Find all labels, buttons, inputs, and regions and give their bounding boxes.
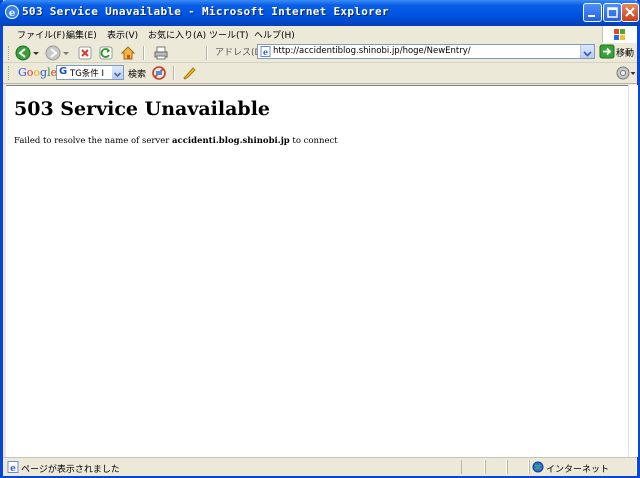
svg-text:e: e [10, 464, 16, 473]
toolbar-grip[interactable] [8, 46, 12, 60]
svg-text:e: e [9, 8, 15, 19]
back-arrow-icon[interactable] [15, 45, 31, 61]
popup-blocker-icon[interactable] [151, 65, 167, 81]
minimize-icon [588, 15, 595, 17]
refresh-icon[interactable] [98, 45, 114, 61]
forward-dropdown-icon[interactable] [62, 45, 70, 61]
toolbar-grip[interactable] [8, 66, 12, 80]
standard-toolbar: アドレス(D) e http://accidentiblog.shinobi.j… [3, 43, 637, 63]
internet-globe-icon [532, 461, 544, 473]
google-toolbar: Google G TG条件 I 検索 [3, 63, 637, 84]
page-icon: e [260, 46, 271, 57]
google-g-icon: G [59, 66, 68, 77]
toolbar-separator [173, 66, 175, 80]
forward-arrow-icon[interactable] [45, 45, 61, 61]
address-dropdown-button[interactable] [580, 45, 594, 58]
google-search-value: TG条件 I [70, 69, 104, 79]
chevron-down-icon [583, 51, 592, 57]
status-cell [485, 460, 507, 474]
back-dropdown-icon[interactable] [32, 45, 40, 61]
menu-view[interactable]: 表示(V) [107, 28, 138, 41]
page-title: 503 Service Unavailable [14, 98, 271, 120]
address-url: http://accidentiblog.shinobi.jp/hoge/New… [273, 46, 471, 56]
go-arrow-icon[interactable] [599, 44, 615, 59]
security-zone-label: インターネット [546, 465, 610, 475]
status-cell [507, 460, 529, 474]
page-content[interactable]: 503 Service Unavailable Failed to resolv… [6, 85, 628, 458]
menu-favorites[interactable]: お気に入り(A) [148, 28, 206, 41]
maximize-button[interactable] [603, 3, 622, 22]
menu-help[interactable]: ヘルプ(H) [254, 28, 295, 41]
ie-page-icon: e [7, 461, 19, 473]
go-button-label[interactable]: 移動 [616, 46, 634, 59]
toolbar-separator [206, 46, 208, 60]
svg-text:e: e [263, 47, 268, 57]
close-icon [625, 7, 635, 17]
status-bar: e ページが表示されました インターネット [3, 457, 637, 476]
status-cell [461, 460, 485, 474]
address-input[interactable]: e http://accidentiblog.shinobi.jp/hoge/N… [257, 44, 595, 59]
highlighter-icon[interactable] [181, 65, 197, 81]
google-search-dropdown[interactable] [112, 66, 123, 79]
stop-icon[interactable] [77, 45, 93, 61]
maximize-icon [607, 7, 618, 18]
windows-flag-logo [602, 26, 637, 43]
google-logo[interactable]: Google [18, 66, 57, 79]
settings-gear-icon[interactable] [615, 65, 631, 81]
close-button[interactable] [621, 3, 639, 22]
vertical-scrollbar[interactable] [628, 85, 638, 457]
error-message-suffix: to connect [289, 136, 338, 146]
error-message: Failed to resolve the name of server acc… [14, 136, 338, 146]
minimize-button[interactable] [583, 3, 602, 22]
print-icon[interactable] [153, 45, 169, 61]
ie-window: e 503 Service Unavailable - Microsoft In… [0, 0, 640, 478]
menu-edit[interactable]: 編集(E) [66, 28, 97, 41]
chevron-down-icon [113, 72, 122, 78]
server-name: accidenti.blog.shinobi.jp [172, 136, 290, 146]
status-text: ページが表示されました [21, 465, 120, 475]
menu-tools[interactable]: ツール(T) [209, 28, 249, 41]
home-icon[interactable] [120, 45, 136, 61]
google-search-button[interactable]: 検索 [128, 67, 146, 80]
menu-file[interactable]: ファイル(F) [17, 28, 65, 41]
toolbar-separator [143, 46, 145, 60]
settings-dropdown-icon[interactable] [630, 65, 636, 81]
title-bar[interactable]: e 503 Service Unavailable - Microsoft In… [0, 0, 640, 26]
ie-logo-icon: e [5, 5, 19, 19]
windows-flag-icon [614, 29, 625, 40]
error-message-prefix: Failed to resolve the name of server [14, 136, 173, 146]
window-title: 503 Service Unavailable - Microsoft Inte… [22, 5, 389, 18]
menu-bar: ファイル(F) 編集(E) 表示(V) お気に入り(A) ツール(T) ヘルプ(… [3, 26, 637, 44]
google-search-input[interactable]: G TG条件 I [56, 65, 124, 80]
